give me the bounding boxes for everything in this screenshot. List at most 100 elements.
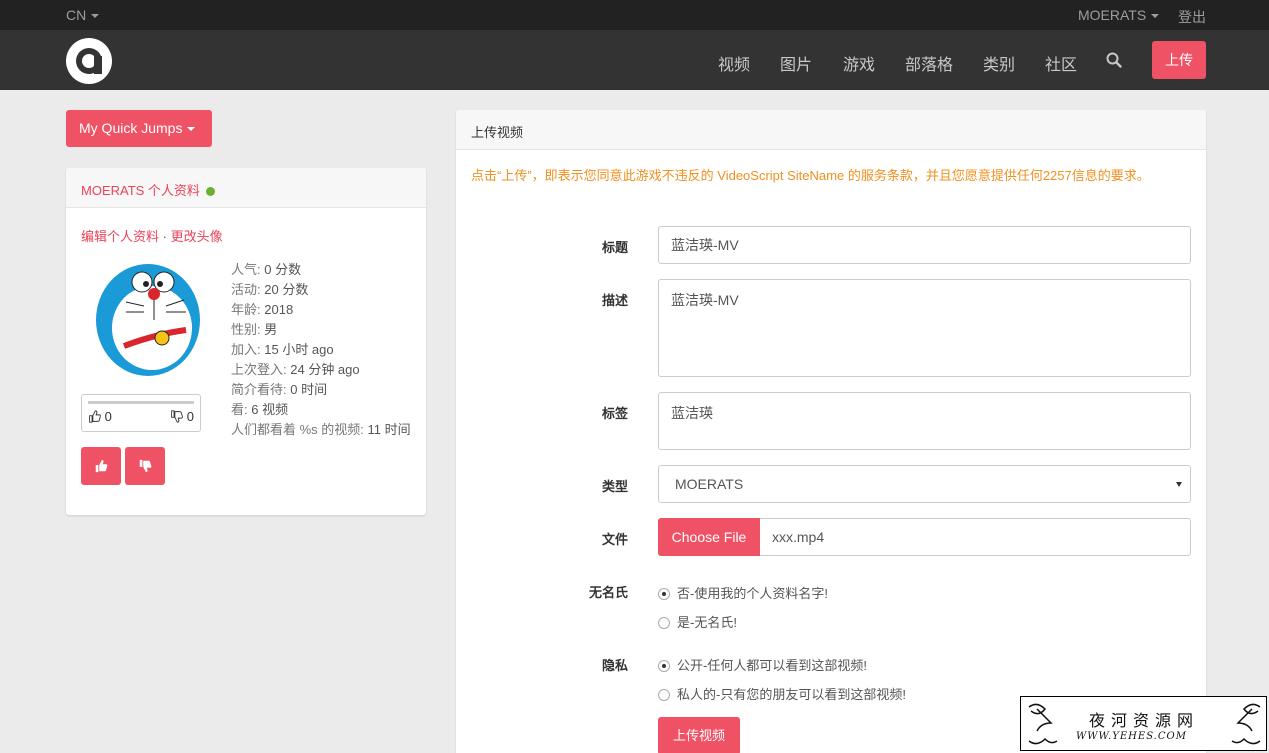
tags-textarea[interactable]: 蓝洁瑛: [658, 392, 1191, 450]
stat-value: 0 时间: [290, 382, 328, 397]
logout-link[interactable]: 登出: [1178, 7, 1206, 27]
watermark: 夜河资源网 WWW.YEHES.COM: [1020, 696, 1267, 751]
upload-panel-header: 上传视频: [456, 110, 1206, 150]
stat-row: 性别: 男: [231, 320, 411, 340]
profile-stats: 人气: 0 分数 活动: 20 分数 年龄: 2018 性别: 男 加入: 15…: [231, 260, 411, 440]
privacy-option-public[interactable]: 公开-任何人都可以看到这部视频!: [658, 655, 867, 674]
like-button[interactable]: [81, 447, 121, 485]
stat-value: 11 时间: [367, 422, 411, 437]
title-input[interactable]: [658, 226, 1191, 264]
likes-value: 0: [104, 409, 112, 424]
type-select[interactable]: MOERATS: [658, 465, 1191, 503]
language-label: CN: [66, 7, 87, 23]
terms-notice: 点击“上传”，即表示您同意此游戏不违反的 VideoScript SiteNam…: [471, 168, 1150, 183]
caret-down-icon: [187, 127, 196, 132]
stat-value: 20 分数: [264, 282, 309, 297]
link-separator: ·: [162, 229, 167, 244]
profile-panel-header: MOERATS 个人资料: [66, 168, 426, 208]
top-bar: CN MOERATS 登出: [0, 0, 1269, 30]
caret-down-icon: [1151, 14, 1160, 19]
stat-label: 活动:: [231, 282, 261, 297]
language-dropdown[interactable]: CN: [66, 7, 100, 23]
radio-label: 否-使用我的个人资料名字!: [677, 586, 828, 601]
radio-checked-icon: [658, 588, 670, 600]
stat-row: 看: 6 视频: [231, 400, 411, 420]
radio-label: 私人的-只有您的朋友可以看到这部视频!: [677, 687, 906, 702]
dislikes-count: 0: [170, 409, 194, 424]
profile-panel: MOERATS 个人资料 编辑个人资料 · 更改头像 人气: 0 分数 活动: …: [66, 168, 426, 515]
nav-community[interactable]: 社区: [1045, 51, 1077, 75]
description-label: 描述: [601, 293, 628, 308]
nav-videos[interactable]: 视频: [718, 51, 750, 75]
stat-value: 24 分钟 ago: [290, 362, 360, 377]
thumbs-down-icon: [139, 459, 152, 473]
thumbs-down-icon: [171, 410, 184, 423]
profile-title[interactable]: MOERATS 个人资料: [81, 183, 200, 198]
nav-blogs[interactable]: 部落格: [905, 51, 953, 75]
file-name-display: xxx.mp4: [760, 518, 1191, 556]
chevron-down-icon: [1176, 482, 1182, 487]
anonymous-option-yes[interactable]: 是-无名氏!: [658, 612, 737, 631]
radio-label: 公开-任何人都可以看到这部视频!: [677, 658, 867, 673]
nav-games[interactable]: 游戏: [843, 51, 875, 75]
file-label: 文件: [601, 532, 628, 547]
title-label: 标题: [601, 240, 628, 255]
watermark-url: WWW.YEHES.COM: [1076, 731, 1187, 742]
change-avatar-link[interactable]: 更改头像: [171, 229, 223, 244]
choose-file-button[interactable]: Choose File: [658, 518, 760, 556]
stat-value: 2018: [264, 302, 294, 317]
stat-value: 15 小时 ago: [264, 342, 334, 357]
type-label: 类型: [601, 479, 628, 494]
anonymous-option-no[interactable]: 否-使用我的个人资料名字!: [658, 583, 828, 602]
stat-label: 性别:: [231, 322, 261, 337]
upload-button[interactable]: 上传: [1152, 41, 1206, 79]
thumbs-up-icon: [89, 410, 101, 423]
anonymous-label: 无名氏: [588, 585, 628, 600]
online-status-icon: [205, 187, 215, 197]
radio-checked-icon: [658, 660, 670, 672]
watermark-title: 夜河资源网: [1089, 711, 1200, 730]
user-dropdown[interactable]: MOERATS: [1078, 7, 1160, 23]
stat-label: 人气:: [231, 262, 261, 277]
stat-row: 简介看待: 0 时间: [231, 380, 411, 400]
privacy-label: 隐私: [601, 658, 628, 673]
stat-row: 人们都看着 %s 的视频: 11 时间: [231, 420, 411, 440]
profile-edit-links: 编辑个人资料 · 更改头像: [81, 226, 223, 245]
stat-label: 加入:: [231, 342, 261, 357]
stat-row: 活动: 20 分数: [231, 280, 411, 300]
stat-row: 加入: 15 小时 ago: [231, 340, 411, 360]
stat-value: 0 分数: [264, 262, 302, 277]
nav-photos[interactable]: 图片: [780, 51, 812, 75]
radio-unchecked-icon: [658, 689, 670, 701]
avatar: [96, 264, 200, 376]
stat-label: 年龄:: [231, 302, 261, 317]
stat-row: 年龄: 2018: [231, 300, 411, 320]
caret-down-icon: [91, 14, 100, 19]
upload-video-panel: 上传视频 点击“上传”，即表示您同意此游戏不违反的 VideoScript Si…: [456, 110, 1206, 753]
stat-label: 简介看待:: [231, 382, 287, 397]
stat-row: 人气: 0 分数: [231, 260, 411, 280]
username-label: MOERATS: [1078, 7, 1147, 23]
stat-value: 6 视频: [251, 402, 289, 417]
edit-profile-link[interactable]: 编辑个人资料: [81, 229, 159, 244]
stat-label: 看:: [231, 402, 248, 417]
radio-label: 是-无名氏!: [677, 615, 737, 630]
thumbs-up-icon: [95, 459, 108, 473]
vote-summary: 0 0: [81, 394, 201, 432]
dislikes-value: 0: [186, 409, 194, 424]
stat-row: 上次登入: 24 分钟 ago: [231, 360, 411, 380]
site-logo[interactable]: [66, 38, 112, 84]
nav-categories[interactable]: 类别: [983, 51, 1015, 75]
main-navbar: 视频 图片 游戏 部落格 类别 社区 上传: [0, 30, 1269, 90]
quick-jumps-button[interactable]: My Quick Jumps: [66, 110, 212, 147]
dislike-button[interactable]: [125, 447, 165, 485]
likes-count: 0: [88, 409, 112, 424]
description-textarea[interactable]: 蓝洁瑛-MV: [658, 279, 1191, 377]
stat-label: 上次登入:: [231, 362, 287, 377]
radio-unchecked-icon: [658, 617, 670, 629]
upload-video-submit-button[interactable]: 上传视频: [658, 717, 740, 753]
vote-ratio-bar: [88, 401, 194, 404]
search-icon[interactable]: [1106, 52, 1122, 68]
privacy-option-private[interactable]: 私人的-只有您的朋友可以看到这部视频!: [658, 684, 906, 703]
quick-jumps-label: My Quick Jumps: [79, 120, 183, 136]
